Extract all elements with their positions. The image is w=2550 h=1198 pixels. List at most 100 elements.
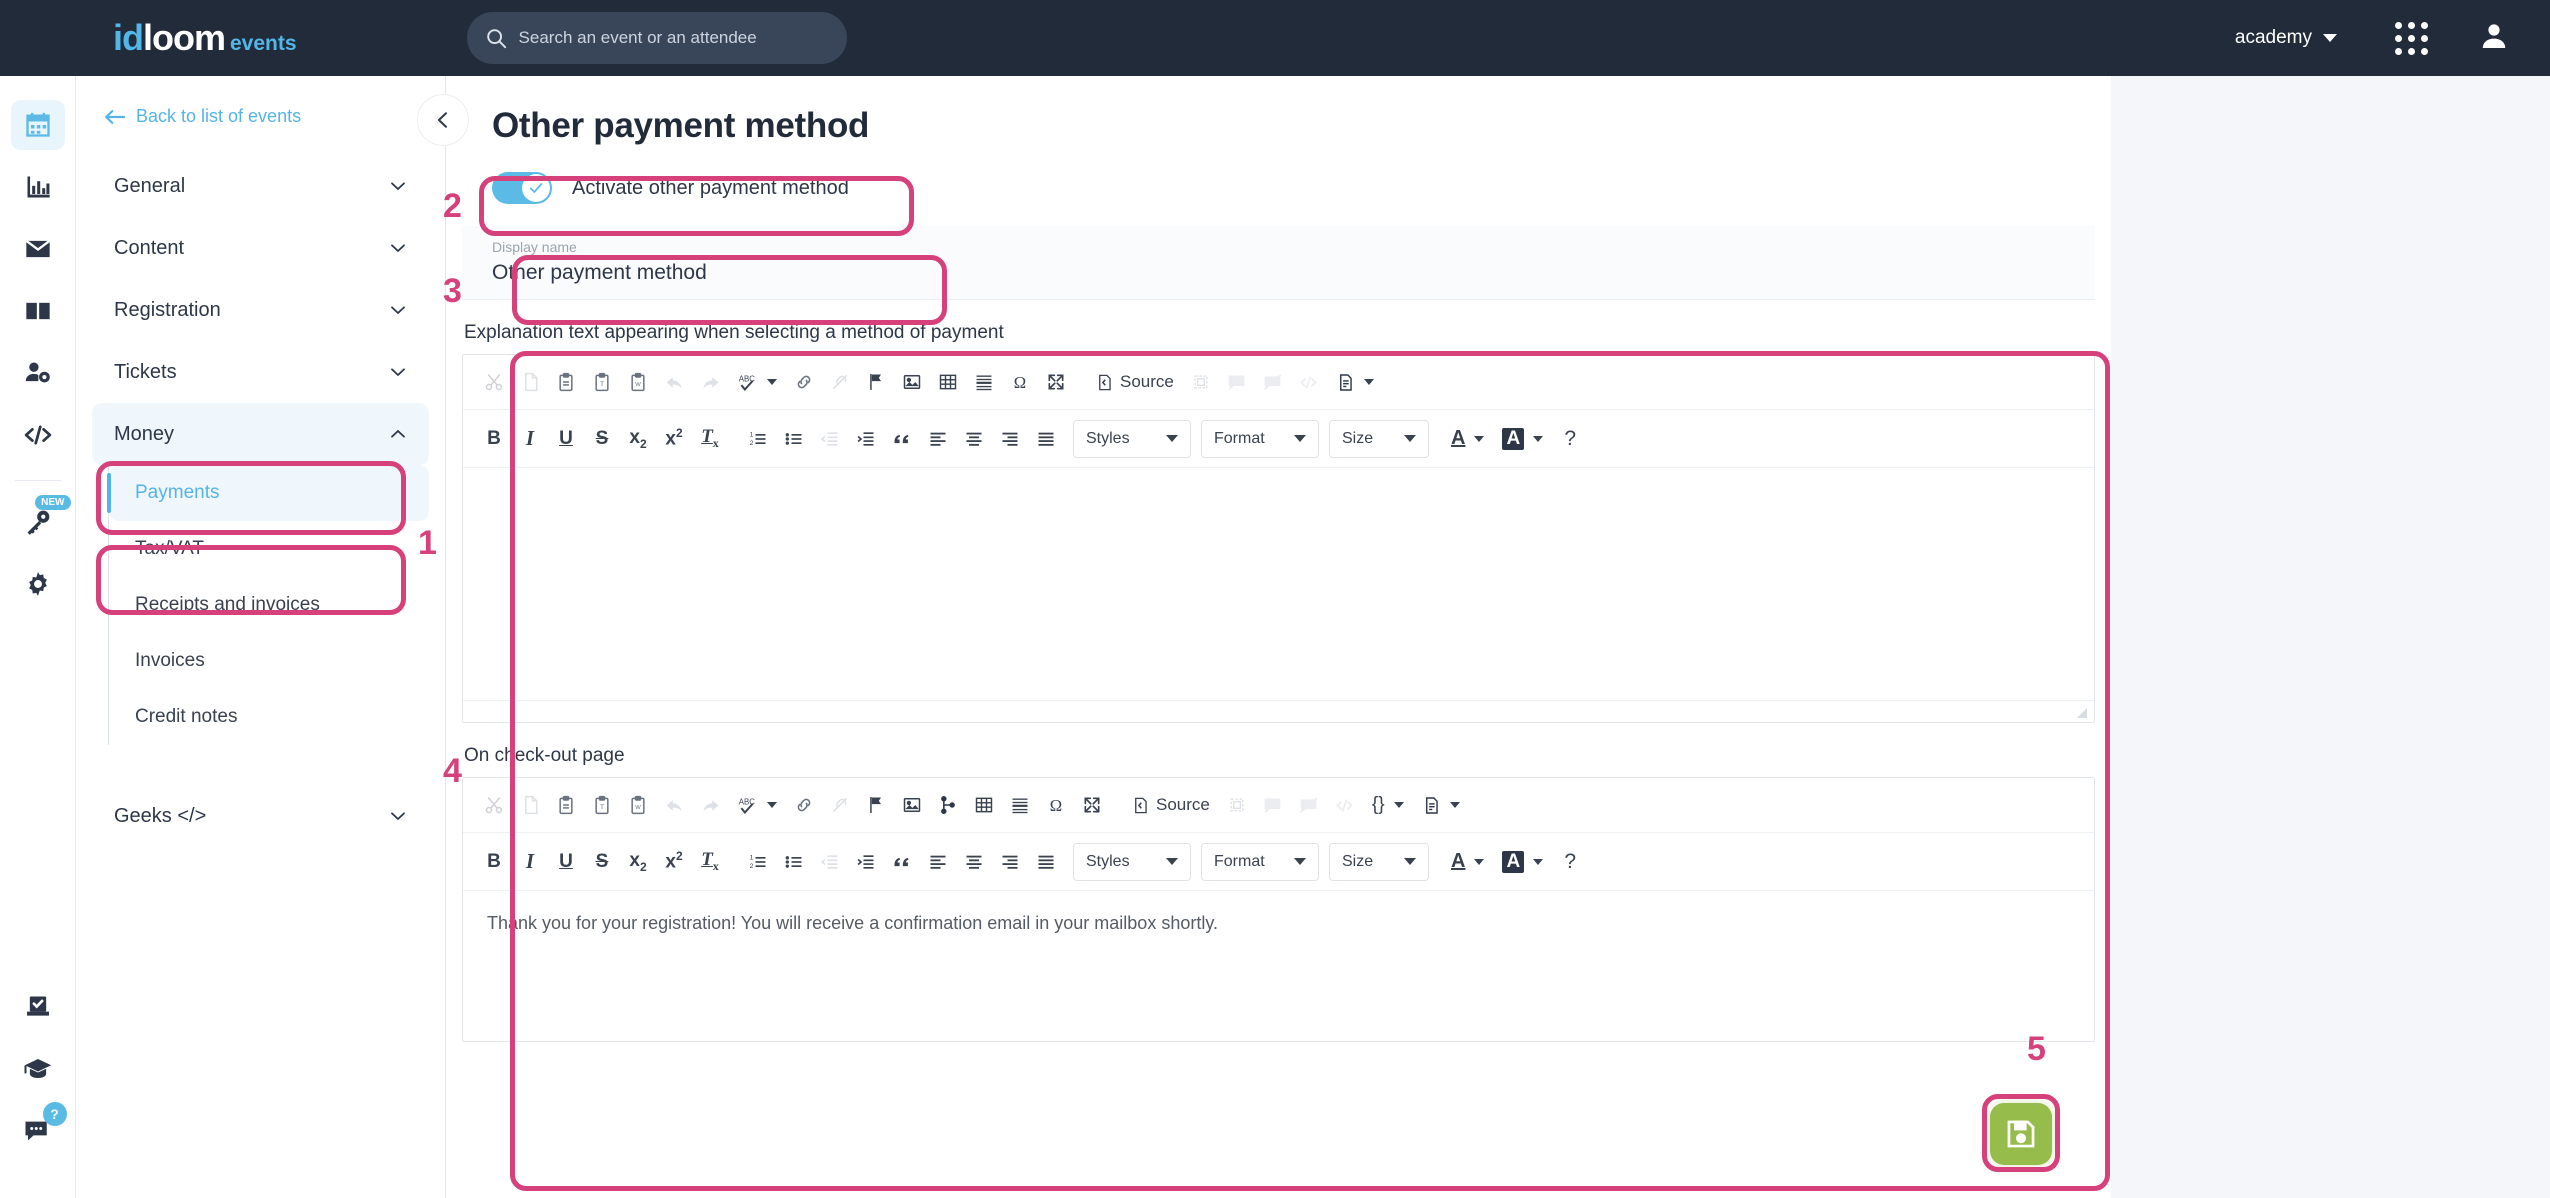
redo-icon[interactable] — [693, 365, 727, 399]
sidebar-item-registration[interactable]: Registration — [92, 279, 429, 341]
comment-icon[interactable] — [1220, 365, 1254, 399]
decrease-indent-icon[interactable] — [813, 845, 847, 879]
rail-item-catalog[interactable] — [11, 286, 65, 336]
templates-icon[interactable] — [1184, 365, 1218, 399]
format-select[interactable]: Format — [1201, 420, 1319, 458]
paste-as-plain-text-icon[interactable]: T — [585, 365, 619, 399]
unlink-icon[interactable] — [823, 788, 857, 822]
embed-code-icon[interactable] — [1328, 788, 1362, 822]
sidebar-item-invoices[interactable]: Invoices — [109, 633, 429, 689]
rail-item-settings[interactable] — [11, 559, 65, 609]
rail-item-tasks[interactable] — [11, 982, 65, 1032]
remove-format-icon[interactable]: Tx — [693, 422, 727, 456]
cut-icon[interactable] — [477, 365, 511, 399]
blockquote-icon[interactable] — [885, 422, 919, 456]
maximize-icon[interactable] — [1075, 788, 1109, 822]
rail-item-calendar[interactable] — [11, 100, 65, 150]
merge-fields-icon[interactable] — [931, 788, 965, 822]
save-button[interactable] — [1990, 1103, 2052, 1165]
undo-icon[interactable] — [657, 788, 691, 822]
apps-grid-icon[interactable] — [2395, 22, 2428, 55]
image-icon[interactable] — [895, 365, 929, 399]
copy-icon[interactable] — [513, 365, 547, 399]
hide-comment-icon[interactable] — [1292, 788, 1326, 822]
strikethrough-icon[interactable]: S — [585, 422, 619, 456]
display-name-field[interactable]: Display name Other payment method — [462, 226, 2095, 300]
paste-icon[interactable] — [549, 365, 583, 399]
account-switcher[interactable]: academy — [2235, 27, 2337, 49]
global-search[interactable] — [467, 12, 847, 64]
rail-item-academy[interactable] — [11, 1044, 65, 1094]
styles-select[interactable]: Styles — [1073, 843, 1191, 881]
editor-help-icon[interactable]: ? — [1553, 845, 1587, 879]
embed-code-icon[interactable] — [1292, 365, 1326, 399]
sidebar-item-money[interactable]: Money — [92, 403, 429, 465]
numbered-list-icon[interactable]: 12 — [741, 422, 775, 456]
display-name-value[interactable]: Other payment method — [492, 261, 707, 285]
sidebar-item-geeks[interactable]: Geeks </> — [92, 785, 429, 847]
unlink-icon[interactable] — [823, 365, 857, 399]
sidebar-item-receipts-and-invoices[interactable]: Receipts and invoices — [109, 577, 429, 633]
cut-icon[interactable] — [477, 788, 511, 822]
checkout-editor-body[interactable]: Thank you for your registration! You wil… — [463, 891, 2094, 1041]
align-center-icon[interactable] — [957, 422, 991, 456]
increase-indent-icon[interactable] — [849, 422, 883, 456]
document-templates-icon[interactable] — [1328, 365, 1382, 399]
rail-item-statistics[interactable] — [11, 162, 65, 212]
sidebar-item-payments[interactable]: Payments — [109, 465, 429, 521]
bold-icon[interactable]: B — [477, 422, 511, 456]
background-color-icon[interactable]: A — [1494, 422, 1551, 456]
italic-icon[interactable]: I — [513, 422, 547, 456]
size-select[interactable]: Size — [1329, 420, 1429, 458]
copy-icon[interactable] — [513, 788, 547, 822]
justify-icon[interactable] — [1029, 422, 1063, 456]
explanation-editor-body[interactable] — [463, 468, 2094, 700]
link-icon[interactable] — [787, 365, 821, 399]
sidebar-item-credit-notes[interactable]: Credit notes — [109, 689, 429, 745]
sidebar-item-content[interactable]: Content — [92, 217, 429, 279]
comment-icon[interactable] — [1256, 788, 1290, 822]
maximize-icon[interactable] — [1039, 365, 1073, 399]
rail-item-support[interactable]: ? — [11, 1106, 65, 1156]
search-input[interactable] — [519, 28, 829, 48]
size-select[interactable]: Size — [1329, 843, 1429, 881]
strikethrough-icon[interactable]: S — [585, 845, 619, 879]
subscript-icon[interactable]: x2 — [621, 845, 655, 879]
underline-icon[interactable]: U — [549, 422, 583, 456]
paste-icon[interactable] — [549, 788, 583, 822]
bold-icon[interactable]: B — [477, 845, 511, 879]
superscript-icon[interactable]: x2 — [657, 845, 691, 879]
undo-icon[interactable] — [657, 365, 691, 399]
table-icon[interactable] — [931, 365, 965, 399]
back-to-events-link[interactable]: Back to list of events — [76, 76, 445, 127]
sidebar-item-general[interactable]: General — [92, 155, 429, 217]
subscript-icon[interactable]: x2 — [621, 422, 655, 456]
align-center-icon[interactable] — [957, 845, 991, 879]
resize-handle-icon[interactable] — [2076, 707, 2088, 719]
increase-indent-icon[interactable] — [849, 845, 883, 879]
rail-item-users[interactable] — [11, 348, 65, 398]
idloom-events-logo[interactable]: id loom events — [113, 17, 297, 59]
rail-item-emails[interactable] — [11, 224, 65, 274]
text-color-icon[interactable]: A — [1443, 845, 1492, 879]
blockquote-icon[interactable] — [885, 845, 919, 879]
rail-item-access[interactable]: NEW — [11, 497, 65, 547]
document-templates-icon[interactable] — [1414, 788, 1468, 822]
horizontal-rule-icon[interactable] — [1003, 788, 1037, 822]
bulleted-list-icon[interactable] — [777, 422, 811, 456]
table-icon[interactable] — [967, 788, 1001, 822]
hide-comment-icon[interactable] — [1256, 365, 1290, 399]
underline-icon[interactable]: U — [549, 845, 583, 879]
styles-select[interactable]: Styles — [1073, 420, 1191, 458]
link-icon[interactable] — [787, 788, 821, 822]
paste-from-word-icon[interactable]: W — [621, 788, 655, 822]
numbered-list-icon[interactable]: 12 — [741, 845, 775, 879]
redo-icon[interactable] — [693, 788, 727, 822]
decrease-indent-icon[interactable] — [813, 422, 847, 456]
align-left-icon[interactable] — [921, 422, 955, 456]
justify-icon[interactable] — [1029, 845, 1063, 879]
remove-format-icon[interactable]: Tx — [693, 845, 727, 879]
anchor-flag-icon[interactable] — [859, 365, 893, 399]
special-character-icon[interactable]: Ω — [1039, 788, 1073, 822]
format-select[interactable]: Format — [1201, 843, 1319, 881]
